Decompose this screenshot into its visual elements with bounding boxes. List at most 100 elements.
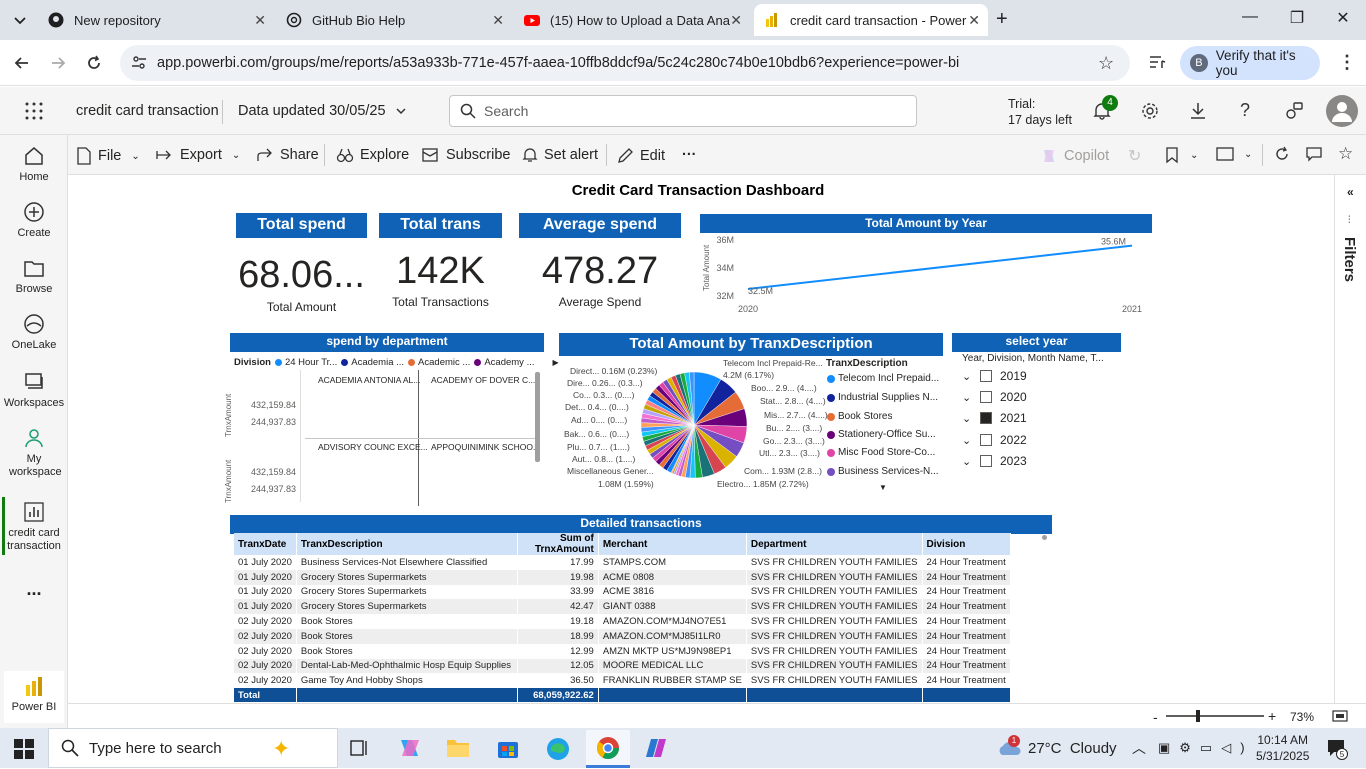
- chevron-down-icon[interactable]: ⌄: [962, 370, 980, 383]
- kpi-total-spend-value[interactable]: 68.06...: [230, 254, 373, 297]
- transactions-table[interactable]: TranxDate TranxDescription Sum of TrnxAm…: [234, 533, 1011, 703]
- table-row[interactable]: 02 July 2020 Book Stores 12.99 AMZN MKTP US…: [234, 643, 1011, 659]
- legend-item[interactable]: Academia ...: [351, 357, 404, 368]
- forward-button[interactable]: [48, 53, 68, 76]
- table-row[interactable]: 01 July 2020 Grocery Stores Supermarkets 4…: [234, 599, 1011, 615]
- expand-chevron-icon[interactable]: «: [1347, 185, 1354, 199]
- edge-icon[interactable]: [545, 736, 571, 765]
- table-row[interactable]: 02 July 2020 Game Toy And Hobby Shops 36.5…: [234, 673, 1011, 689]
- account-avatar[interactable]: [1326, 95, 1358, 127]
- reset-icon[interactable]: ↻: [1128, 146, 1141, 166]
- browser-tab-active[interactable]: credit card transaction - Power ✕: [754, 4, 988, 36]
- line-chart[interactable]: 32M 34M 36M Total Amount 32.5M 35.6M 2020 2021: [700, 233, 1152, 318]
- explore-button[interactable]: Explore: [336, 147, 409, 163]
- edit-button[interactable]: Edit: [616, 147, 665, 165]
- feedback-button[interactable]: [1284, 101, 1304, 124]
- pie-legend-item[interactable]: Business Services-N...: [827, 466, 939, 477]
- tray-icons[interactable]: ▣⚙▭◁): [1158, 740, 1254, 756]
- nav-workspaces[interactable]: Workspaces: [0, 371, 68, 409]
- legend-item[interactable]: Academy ...: [484, 357, 534, 368]
- site-info-icon[interactable]: [130, 54, 148, 75]
- nav-browse[interactable]: Browse: [0, 257, 68, 295]
- legend-item[interactable]: 24 Hour Tr...: [285, 357, 337, 368]
- browser-menu-icon[interactable]: ⋮: [1338, 52, 1356, 73]
- search-input[interactable]: Search: [449, 95, 917, 127]
- more-options-button[interactable]: ···: [682, 147, 697, 163]
- chrome-icon[interactable]: [586, 730, 630, 768]
- col-header[interactable]: Department: [746, 533, 923, 555]
- browser-tab[interactable]: New repository ✕: [38, 4, 274, 36]
- chevron-down-icon[interactable]: ⌄: [962, 391, 980, 404]
- verify-identity-button[interactable]: B Verify that it's you: [1180, 46, 1320, 80]
- m365-icon[interactable]: [642, 735, 670, 766]
- reload-button[interactable]: [84, 53, 104, 76]
- app-launcher-icon[interactable]: [24, 101, 44, 124]
- slicer-item[interactable]: ⌄ 2022: [962, 433, 1027, 447]
- pie-legend-item[interactable]: Stationery-Office Su...: [827, 429, 936, 440]
- col-header[interactable]: Division: [922, 533, 1011, 555]
- favorite-button[interactable]: ☆: [1338, 144, 1353, 164]
- nav-credit-card-report[interactable]: credit card transaction: [0, 501, 68, 553]
- bookmark-star-icon[interactable]: ☆: [1098, 53, 1114, 74]
- kpi-total-trans-value[interactable]: 142K: [379, 250, 502, 293]
- nav-onelake[interactable]: OneLake: [0, 313, 68, 351]
- checkbox[interactable]: [980, 391, 992, 403]
- col-header[interactable]: Sum of TrnxAmount: [517, 533, 599, 555]
- close-icon[interactable]: ✕: [968, 12, 980, 29]
- zoom-slider-thumb[interactable]: [1196, 710, 1200, 722]
- tray-chevron-icon[interactable]: ︿: [1132, 738, 1146, 758]
- col-header[interactable]: TranxDate: [234, 533, 297, 555]
- legend-scroll-down-icon[interactable]: ▼: [879, 483, 887, 492]
- bookmark-button[interactable]: ⌄: [1164, 146, 1198, 164]
- notification-center-icon[interactable]: 5: [1326, 738, 1348, 761]
- table-row[interactable]: 02 July 2020 Book Stores 19.18 AMAZON.COM*M…: [234, 614, 1011, 629]
- taskbar-search[interactable]: Type here to search: [48, 728, 338, 768]
- nav-more[interactable]: ...: [0, 579, 68, 600]
- close-icon[interactable]: ✕: [730, 12, 742, 29]
- subscribe-button[interactable]: Subscribe: [422, 147, 510, 163]
- checkbox-checked[interactable]: [980, 412, 992, 424]
- file-menu[interactable]: File ⌄: [76, 147, 140, 165]
- table-row[interactable]: 02 July 2020 Dental-Lab-Med-Ophthalmic Ho…: [234, 658, 1011, 674]
- copilot-button[interactable]: Copilot: [1040, 147, 1109, 165]
- ms-store-icon[interactable]: [496, 736, 520, 763]
- slicer-item[interactable]: ⌄ 2019: [962, 369, 1027, 383]
- chevron-down-icon[interactable]: ⌄: [962, 434, 980, 447]
- new-tab-button[interactable]: +: [996, 8, 1008, 31]
- close-window-button[interactable]: ✕: [1331, 8, 1355, 28]
- fit-page-icon[interactable]: [1332, 710, 1348, 725]
- slicer-item[interactable]: ⌄ 2020: [962, 390, 1027, 404]
- table-row[interactable]: 02 July 2020 Book Stores 18.99 AMAZON.COM*M…: [234, 628, 1011, 644]
- minimize-button[interactable]: —: [1238, 8, 1262, 26]
- zoom-slider[interactable]: [1166, 710, 1264, 722]
- zoom-level[interactable]: 73%: [1290, 710, 1314, 724]
- filters-label[interactable]: Filters: [1341, 237, 1358, 282]
- table-row[interactable]: 01 July 2020 Business Services-Not Elsewh…: [234, 555, 1011, 570]
- pie-legend-item[interactable]: Book Stores: [827, 411, 892, 422]
- nav-my-workspace[interactable]: My workspace: [0, 427, 68, 479]
- nav-create[interactable]: Create: [0, 201, 68, 239]
- checkbox[interactable]: [980, 370, 992, 382]
- weather-widget[interactable]: 1 27°C Cloudy: [996, 735, 1117, 758]
- back-button[interactable]: [12, 53, 32, 76]
- pie-legend-item[interactable]: Misc Food Store-Co...: [827, 447, 935, 458]
- settings-button[interactable]: [1140, 101, 1160, 124]
- pie-chart[interactable]: [640, 371, 748, 479]
- slicer-item[interactable]: ⌄ 2023: [962, 454, 1027, 468]
- tab-search-dropdown[interactable]: [10, 10, 30, 30]
- pie-legend-item[interactable]: Telecom Incl Prepaid...: [827, 373, 939, 384]
- url-text[interactable]: app.powerbi.com/groups/me/reports/a53a93…: [157, 55, 959, 71]
- table-row[interactable]: 01 July 2020 Grocery Stores Supermarkets 1…: [234, 569, 1011, 585]
- comment-button[interactable]: [1306, 146, 1322, 165]
- table-scroll-dot[interactable]: [1042, 535, 1047, 540]
- refresh-button[interactable]: [1274, 146, 1290, 165]
- zoom-out-button[interactable]: -: [1153, 709, 1158, 725]
- browser-tab[interactable]: (15) How to Upload a Data Ana ✕: [514, 4, 750, 36]
- close-icon[interactable]: ✕: [254, 12, 266, 29]
- copilot-sparkle-icon[interactable]: ✦: [272, 736, 290, 762]
- file-explorer-icon[interactable]: [446, 737, 470, 762]
- data-updated-dropdown[interactable]: Data updated 30/05/25: [238, 103, 408, 119]
- share-button[interactable]: Share: [256, 147, 319, 163]
- dept-scrollbar[interactable]: [535, 372, 540, 462]
- export-menu[interactable]: Export ⌄: [156, 147, 240, 163]
